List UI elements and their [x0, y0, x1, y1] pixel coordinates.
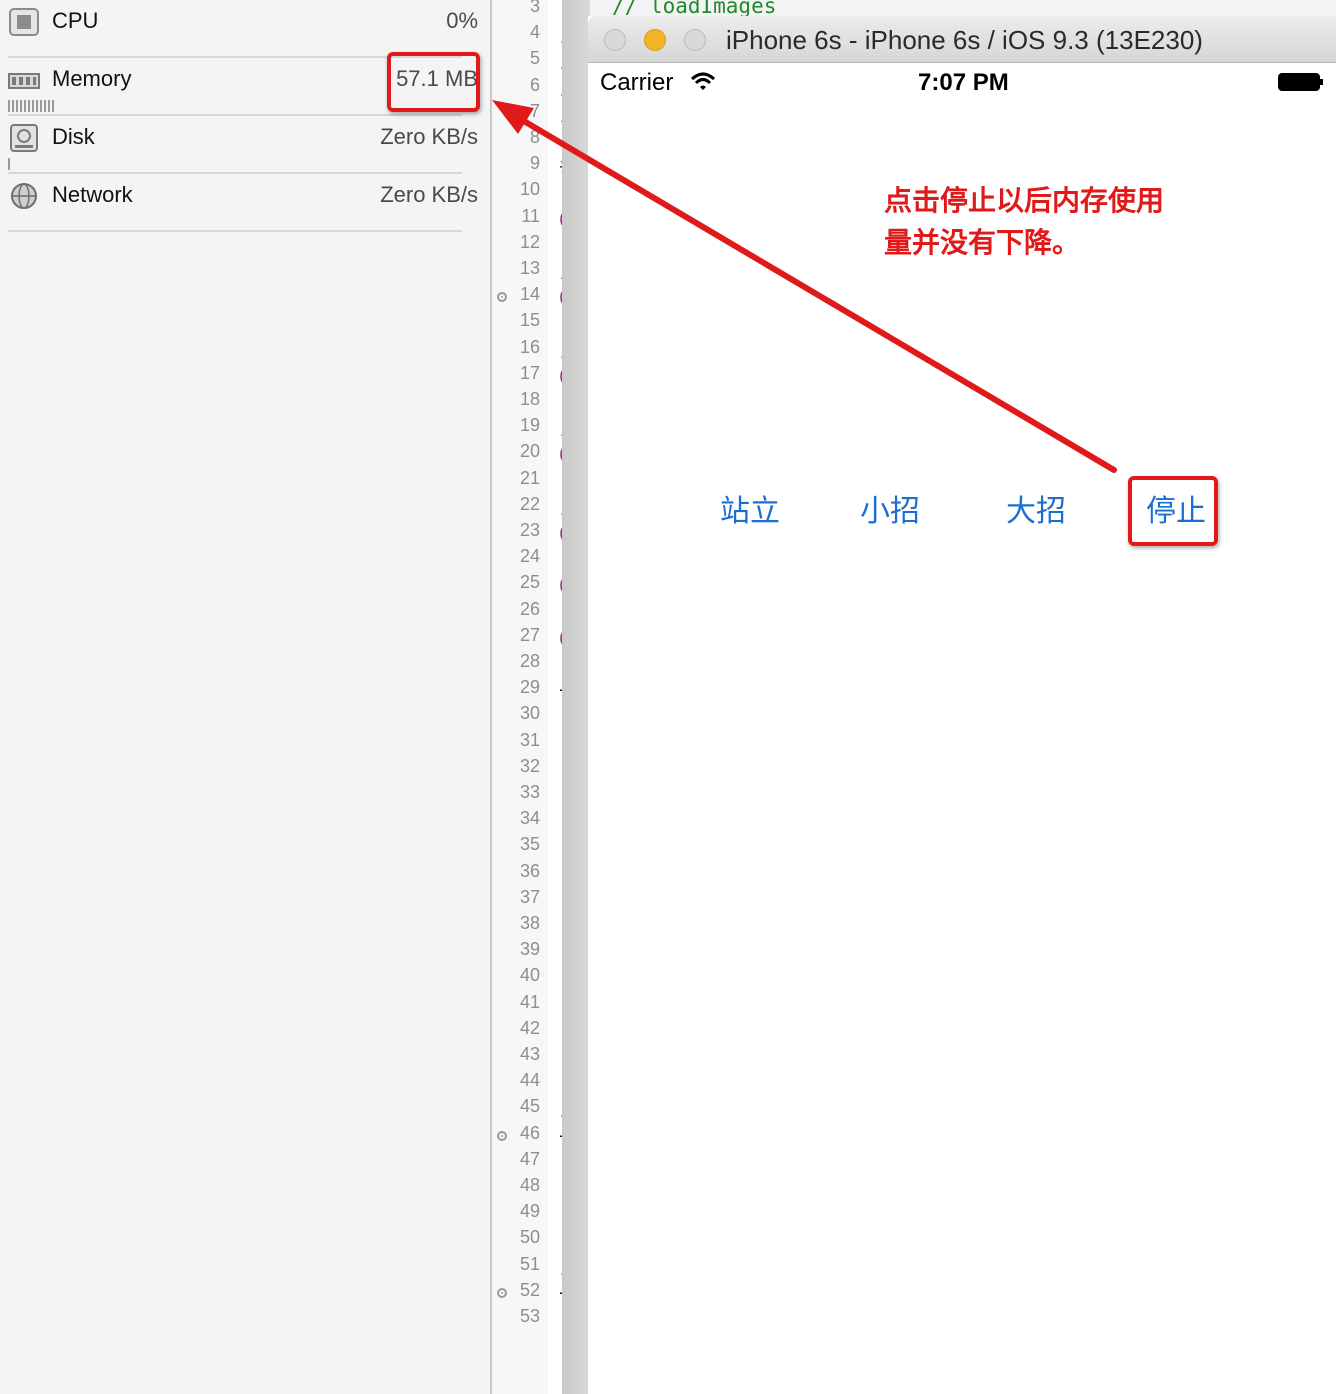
line-number: 3 [529, 0, 540, 16]
line-number: 22 [519, 493, 540, 514]
memory-highlight-box [387, 52, 480, 112]
gauge-value: Zero KB/s [380, 124, 478, 149]
gauge-value: 0% [446, 8, 478, 33]
line-number: 16 [519, 336, 540, 357]
line-number: 9 [529, 153, 540, 174]
line-number: 36 [519, 860, 540, 881]
gauge-label: CPU [52, 8, 99, 33]
line-number: 10 [519, 179, 540, 200]
window-title: iPhone 6s - iPhone 6s / iOS 9.3 (13E230) [726, 25, 1203, 55]
breakpoint-marker[interactable] [497, 1130, 507, 1141]
line-number: 29 [519, 677, 540, 698]
line-number: 31 [519, 729, 540, 750]
debug-gauges-panel: CPU 0% Memory 57.1 MB Disk Zero KB/s Net… [0, 0, 490, 1394]
line-number: 17 [519, 362, 540, 383]
annotation-note: 点击停止以后内存使用 量并没有下降。 [884, 180, 1164, 264]
line-number: 37 [519, 886, 540, 907]
line-number: 4 [529, 22, 540, 43]
line-number: 30 [519, 703, 540, 724]
line-number: 5 [529, 48, 540, 69]
annotation-line-1: 点击停止以后内存使用 [884, 184, 1165, 217]
cpu-icon [9, 8, 39, 36]
line-number: 15 [519, 310, 540, 331]
line-number: 42 [519, 1017, 540, 1038]
line-number: 34 [519, 808, 540, 829]
status-time: 7:07 PM [918, 69, 1009, 96]
line-number: 39 [519, 939, 540, 960]
line-number: 40 [519, 965, 540, 986]
line-number: 47 [519, 1148, 540, 1169]
stop-highlight-box [1128, 476, 1218, 546]
line-number: 53 [519, 1306, 540, 1326]
line-number: 32 [519, 755, 540, 776]
gauge-value: Zero KB/s [380, 182, 478, 207]
ultimate-button[interactable]: 大招 [1006, 486, 1066, 530]
divider [8, 230, 462, 232]
editor-edge-shadow [562, 0, 590, 1394]
wifi-icon [690, 72, 716, 90]
gauge-cpu[interactable]: CPU 0% [8, 0, 478, 58]
line-number: 35 [519, 834, 540, 855]
line-number: 51 [519, 1253, 540, 1274]
line-number: 8 [529, 127, 540, 147]
minimize-button[interactable] [644, 29, 666, 51]
zoom-button[interactable] [684, 29, 706, 51]
ios-status-bar: Carrier 7:07 PM [588, 63, 1336, 103]
line-number: 26 [519, 598, 540, 619]
stand-button[interactable]: 站立 [720, 486, 780, 530]
line-number: 24 [519, 546, 540, 567]
line-number: 50 [519, 1227, 540, 1248]
line-number: 23 [519, 520, 540, 540]
line-number: 12 [519, 231, 540, 252]
line-number: 49 [519, 1201, 540, 1222]
line-number: 18 [519, 389, 540, 409]
gauge-network[interactable]: Network Zero KB/s [8, 174, 478, 232]
line-number: 7 [529, 100, 540, 121]
window-titlebar[interactable]: iPhone 6s - iPhone 6s / iOS 9.3 (13E230) [588, 16, 1336, 63]
gauge-label: Memory [52, 66, 132, 91]
line-number: 11 [521, 205, 540, 226]
gauge-disk[interactable]: Disk Zero KB/s [8, 116, 478, 174]
memory-usage-bars [8, 100, 56, 114]
line-number: 45 [519, 1096, 540, 1117]
line-number: 44 [519, 1070, 540, 1091]
disk-activity-bars [8, 158, 12, 172]
line-number: 43 [519, 1044, 540, 1064]
disk-icon [10, 124, 38, 152]
line-number-gutter: 3 4 5 6 7 8 9 10 11 12 13 14 15 16 17 18 19 20 21 22 23 24 25 2… [492, 0, 548, 1394]
gauge-label: Network [52, 182, 133, 207]
gauge-label: Disk [52, 124, 95, 149]
line-number: 13 [519, 258, 540, 278]
network-globe-icon [11, 183, 37, 209]
line-number: 28 [519, 651, 540, 671]
line-number: 27 [519, 624, 540, 645]
line-number: 33 [519, 782, 540, 802]
line-number: 25 [519, 572, 540, 593]
small-skill-button[interactable]: 小招 [860, 486, 920, 530]
line-number: 20 [519, 441, 540, 462]
line-number: 21 [519, 467, 540, 488]
code-editor[interactable]: 3 4 5 6 7 8 9 10 11 12 13 14 15 16 17 18 19 20 21 22 23 24 25 2… [490, 0, 776, 1394]
annotation-line-2: 量并没有下降。 [884, 226, 1081, 259]
close-button[interactable] [604, 29, 626, 51]
memory-chip-icon [8, 73, 40, 89]
line-number: 6 [529, 74, 540, 95]
line-number: 41 [519, 991, 540, 1012]
battery-icon [1278, 73, 1323, 91]
line-number: 48 [519, 1175, 540, 1195]
line-number: 38 [519, 913, 540, 933]
carrier-label: Carrier [600, 69, 674, 96]
breakpoint-marker[interactable] [497, 1287, 507, 1298]
line-number: 19 [519, 415, 540, 436]
